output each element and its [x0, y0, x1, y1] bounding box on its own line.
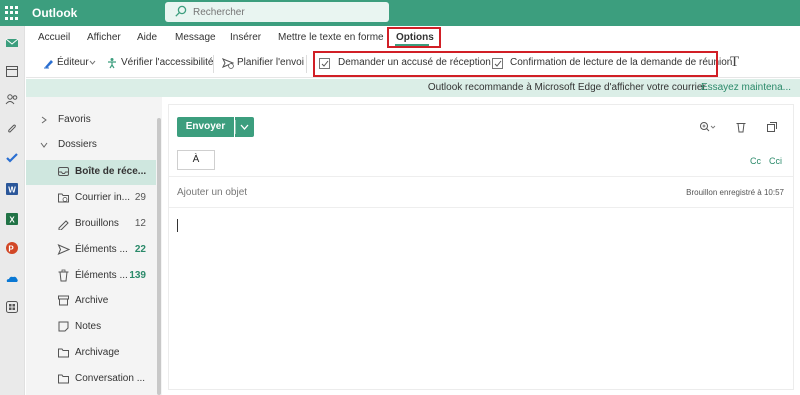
- unread-count: 22: [134, 244, 146, 255]
- tab-inserer[interactable]: Insérer: [230, 32, 261, 43]
- tab-message[interactable]: Message: [175, 32, 216, 43]
- bcc-button[interactable]: Cci: [769, 156, 782, 166]
- word-icon[interactable]: W: [5, 182, 19, 196]
- tab-mettre-en-forme[interactable]: Mettre le texte en forme: [278, 32, 384, 43]
- folder-label: Archive: [75, 295, 109, 306]
- accessibility-icon: [108, 58, 116, 69]
- junk-mail-icon: [58, 193, 69, 203]
- try-now-link[interactable]: Essayez maintena...: [701, 82, 791, 93]
- folder-icon: [58, 374, 69, 384]
- send-options-button[interactable]: [235, 117, 254, 137]
- ribbon-divider: [306, 55, 307, 73]
- attachment-icon[interactable]: [5, 122, 19, 136]
- unread-count: 139: [129, 270, 146, 281]
- compose-pane: Envoyer À Cc Cci Ajouter un objet Brouil…: [168, 104, 794, 390]
- folder-label: Éléments ...: [75, 270, 128, 281]
- editor-button[interactable]: Éditeur: [57, 57, 89, 68]
- highlight-receipt-options: [313, 51, 718, 77]
- tab-aide[interactable]: Aide: [137, 32, 157, 43]
- subject-input[interactable]: Ajouter un objet: [177, 187, 247, 198]
- recommendation-message: Outlook recommande à Microsoft Edge d'af…: [427, 82, 708, 93]
- app-rail: W X P: [0, 26, 25, 395]
- chevron-down-icon: [40, 142, 48, 148]
- folder-sent[interactable]: Éléments ... 22: [26, 238, 156, 262]
- inbox-icon: [58, 167, 69, 176]
- calendar-icon[interactable]: [5, 64, 19, 78]
- folder-conversation[interactable]: Conversation ...: [26, 367, 156, 391]
- folder-label: Archivage: [75, 347, 120, 358]
- schedule-send-icon: [222, 58, 234, 69]
- folder-drafts[interactable]: Brouillons 12: [26, 212, 156, 236]
- text-format-icon[interactable]: T: [730, 54, 739, 71]
- favorites-label: Favoris: [58, 114, 91, 125]
- browser-recommendation-bar: Outlook recommande à Microsoft Edge d'af…: [26, 79, 800, 97]
- folder-pane-scrollbar[interactable]: [157, 118, 161, 395]
- check-accessibility-button[interactable]: Vérifier l'accessibilité: [121, 57, 214, 68]
- item-count: 12: [134, 218, 146, 229]
- folder-deleted[interactable]: Éléments ... 139: [26, 264, 156, 288]
- folder-archive[interactable]: Archive: [26, 289, 156, 313]
- pop-out-icon[interactable]: [766, 121, 778, 133]
- search-box[interactable]: [165, 2, 389, 22]
- folder-label: Éléments ...: [75, 244, 128, 255]
- cc-button[interactable]: Cc: [750, 156, 761, 166]
- tab-accueil[interactable]: Accueil: [38, 32, 70, 43]
- svg-text:X: X: [9, 216, 15, 225]
- trash-icon: [58, 269, 69, 282]
- draft-status: Brouillon enregistré à 10:57: [686, 188, 784, 197]
- divider: [169, 207, 793, 208]
- people-icon[interactable]: [5, 92, 19, 106]
- drafts-icon: [58, 220, 69, 230]
- highlight-options-tab: [387, 27, 441, 48]
- editor-icon: [44, 60, 53, 69]
- unread-count: 29: [134, 192, 146, 203]
- folder-label: Notes: [75, 321, 102, 332]
- folder-inbox[interactable]: Boîte de réce...: [26, 160, 156, 185]
- text-cursor: [177, 219, 178, 232]
- app-title: Outlook: [32, 6, 78, 20]
- search-input[interactable]: [193, 5, 383, 19]
- notes-icon: [58, 321, 69, 332]
- svg-text:P: P: [8, 245, 14, 254]
- folder-label: Courrier in...: [75, 192, 131, 203]
- chevron-down-icon: [235, 120, 249, 134]
- more-apps-icon[interactable]: [5, 300, 19, 314]
- tab-afficher[interactable]: Afficher: [87, 32, 121, 43]
- todo-icon[interactable]: [5, 151, 19, 165]
- folders-label: Dossiers: [58, 139, 97, 150]
- ribbon-divider: [213, 55, 214, 73]
- favorites-group[interactable]: Favoris: [26, 109, 156, 133]
- folders-group[interactable]: Dossiers: [26, 134, 156, 158]
- onedrive-icon[interactable]: [5, 272, 19, 286]
- search-icon: [175, 5, 187, 17]
- zoom-icon[interactable]: [699, 121, 717, 133]
- folder-archivage[interactable]: Archivage: [26, 341, 156, 365]
- folder-pane: Favoris Dossiers Boîte de réce... Courri…: [26, 97, 162, 395]
- folder-label: Conversation ...: [75, 373, 146, 384]
- send-button[interactable]: Envoyer: [177, 117, 234, 137]
- archive-icon: [58, 295, 69, 306]
- folder-icon: [58, 348, 69, 358]
- mail-icon[interactable]: [5, 36, 19, 50]
- folder-junk[interactable]: Courrier in... 29: [26, 186, 156, 210]
- sent-icon: [57, 244, 70, 255]
- discard-icon[interactable]: [735, 121, 747, 133]
- app-header: Outlook: [0, 0, 800, 26]
- folder-notes[interactable]: Notes: [26, 315, 156, 339]
- excel-icon[interactable]: X: [5, 212, 19, 226]
- powerpoint-icon[interactable]: P: [5, 241, 19, 255]
- to-recipients-button[interactable]: À: [177, 150, 215, 170]
- svg-text:W: W: [8, 186, 16, 195]
- chevron-down-icon[interactable]: [89, 59, 96, 66]
- app-launcher-icon[interactable]: [5, 6, 19, 20]
- schedule-send-button[interactable]: Planifier l'envoi: [237, 57, 304, 68]
- divider: [169, 176, 793, 177]
- folder-label: Boîte de réce...: [75, 166, 147, 177]
- chevron-right-icon: [41, 116, 47, 124]
- folder-label: Brouillons: [75, 218, 119, 229]
